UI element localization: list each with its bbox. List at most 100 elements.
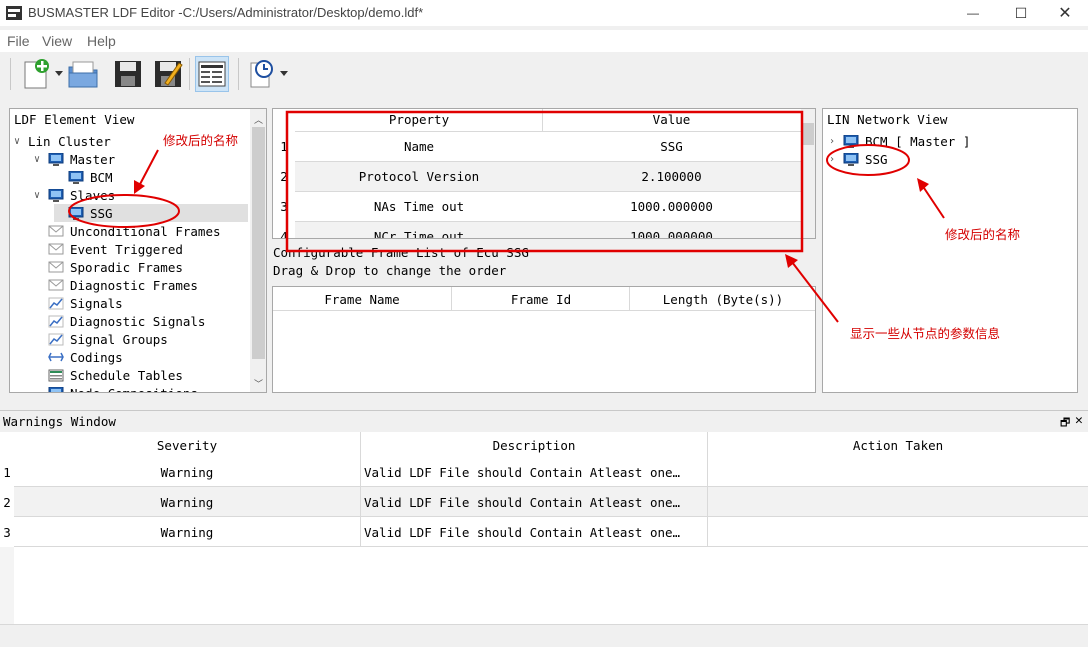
chevron-down-icon[interactable]: ∨ xyxy=(14,136,24,147)
tree-item-event-triggered[interactable]: Event Triggered xyxy=(34,240,183,258)
coding-icon xyxy=(48,352,64,361)
description-cell[interactable]: Valid LDF File should Contain Atleast on… xyxy=(364,465,704,480)
table-icon xyxy=(48,369,64,381)
property-cell[interactable]: Name xyxy=(295,139,543,154)
tree-item-lin-cluster[interactable]: ∨ Lin Cluster xyxy=(14,132,111,150)
menu-view[interactable]: View xyxy=(42,33,72,49)
tree-item-ssg[interactable]: SSG xyxy=(54,204,248,222)
property-cell[interactable]: Protocol Version xyxy=(295,169,543,184)
value-cell[interactable]: SSG xyxy=(543,139,800,154)
description-cell[interactable]: Valid LDF File should Contain Atleast on… xyxy=(364,495,704,510)
menu-file[interactable]: File xyxy=(7,33,30,49)
description-cell[interactable]: Valid LDF File should Contain Atleast on… xyxy=(364,525,704,540)
annotation-left-note: 修改后的名称 xyxy=(163,134,239,148)
tree-item-label: Event Triggered xyxy=(70,241,183,257)
tree-item-bcm[interactable]: BCM xyxy=(54,168,113,186)
row-divider xyxy=(295,131,801,132)
scroll-thumb[interactable] xyxy=(252,127,265,359)
row-divider xyxy=(295,191,801,192)
tree-item-label: Signal Groups xyxy=(70,331,168,347)
tree-item-label: Diagnostic Frames xyxy=(70,277,198,293)
frame-list-table: Frame Name Frame Id Length (Byte(s)) xyxy=(272,286,816,393)
view-toggle-button[interactable] xyxy=(195,56,229,92)
new-button[interactable] xyxy=(18,56,52,92)
scroll-up-icon[interactable]: ︿ xyxy=(254,113,263,126)
tree-item-label: Lin Cluster xyxy=(28,133,111,149)
ldf-element-view-title: LDF Element View xyxy=(14,112,135,127)
envelope-icon xyxy=(48,225,64,236)
tree-item-label: Schedule Tables xyxy=(70,367,183,383)
app-icon xyxy=(6,6,22,20)
tree-item-schedule-tables[interactable]: Schedule Tables xyxy=(34,366,183,384)
close-button[interactable]: ✕ xyxy=(1042,0,1088,26)
property-cell[interactable]: NCr Time out xyxy=(295,229,543,238)
tree-item-sporadic-frames[interactable]: Sporadic Frames xyxy=(34,258,183,276)
description-header[interactable]: Description xyxy=(361,438,707,453)
menu-help[interactable]: Help xyxy=(87,33,116,49)
action-header[interactable]: Action Taken xyxy=(708,438,1088,453)
tree-item-diagnostic-frames[interactable]: Diagnostic Frames xyxy=(34,276,198,294)
left-scrollbar[interactable]: ︿ ﹀ xyxy=(250,109,266,392)
network-node-bcm[interactable]: › BCM [ Master ] xyxy=(829,132,970,150)
value-cell[interactable]: 1000.000000 xyxy=(543,229,800,238)
tree-item-codings[interactable]: Codings xyxy=(34,348,123,366)
open-button[interactable] xyxy=(66,56,100,92)
new-dropdown-arrow[interactable] xyxy=(55,71,63,76)
tree-item-unconditional-frames[interactable]: Unconditional Frames xyxy=(34,222,221,240)
clock-icon xyxy=(250,60,273,88)
monitor-icon xyxy=(48,386,64,392)
network-node-ssg[interactable]: › SSG xyxy=(829,150,888,168)
value-cell[interactable]: 2.100000 xyxy=(543,169,800,184)
severity-header[interactable]: Severity xyxy=(14,438,360,453)
severity-cell[interactable]: Warning xyxy=(14,465,360,480)
property-scrollbar[interactable] xyxy=(801,109,815,238)
tree-item-node-compositions[interactable]: Node Compositions xyxy=(34,384,198,392)
save-as-button[interactable] xyxy=(151,56,185,92)
toolbar-separator xyxy=(238,58,239,90)
schedule-dropdown-arrow[interactable] xyxy=(280,71,288,76)
frame-length-header[interactable]: Length (Byte(s)) xyxy=(630,292,815,307)
maximize-button[interactable]: ☐ xyxy=(998,0,1044,26)
save-button[interactable] xyxy=(111,56,145,92)
frame-id-header[interactable]: Frame Id xyxy=(452,292,630,307)
value-column-header[interactable]: Value xyxy=(543,112,800,127)
row-number: 4 xyxy=(280,229,288,239)
chevron-right-icon[interactable]: › xyxy=(829,136,839,147)
tree-item-label: BCM xyxy=(90,169,113,185)
save-icon xyxy=(115,61,141,87)
lin-network-view: LIN Network View › BCM [ Master ] › SSG xyxy=(822,108,1078,393)
severity-cell[interactable]: Warning xyxy=(14,495,360,510)
row-divider xyxy=(295,161,801,162)
tree-item-diagnostic-signals[interactable]: Diagnostic Signals xyxy=(34,312,205,330)
spreadsheet-icon xyxy=(198,61,226,87)
tree-item-signals[interactable]: Signals xyxy=(34,294,123,312)
chevron-down-icon[interactable]: ∨ xyxy=(34,154,44,165)
tree-item-master[interactable]: ∨ Master xyxy=(34,150,115,168)
scroll-down-icon[interactable]: ﹀ xyxy=(254,377,263,390)
row-number: 2 xyxy=(280,169,288,184)
tree-item-label: Slaves xyxy=(70,187,116,203)
tree-item-slaves[interactable]: ∨ Slaves xyxy=(34,186,115,204)
property-cell[interactable]: NAs Time out xyxy=(295,199,543,214)
ldf-element-view: LDF Element View ∨ Lin Cluster ∨ Master BCM ∨… xyxy=(9,108,267,393)
tree-item-label: Master xyxy=(70,151,116,167)
network-node-label: BCM [ Master ] xyxy=(865,133,971,149)
restore-icon[interactable]: 🗗 xyxy=(1060,414,1070,433)
property-scroll-thumb[interactable] xyxy=(803,123,814,145)
minimize-button[interactable]: — xyxy=(950,0,996,26)
severity-cell[interactable]: Warning xyxy=(14,525,360,540)
monitor-icon xyxy=(68,170,84,184)
close-icon[interactable]: ✕ xyxy=(1075,413,1083,428)
value-cell[interactable]: 1000.000000 xyxy=(543,199,800,214)
open-folder-icon xyxy=(68,61,98,88)
property-column-header[interactable]: Property xyxy=(295,112,543,127)
chevron-down-icon[interactable]: ∨ xyxy=(34,190,44,201)
schedule-button[interactable] xyxy=(244,56,278,92)
minimize-icon: — xyxy=(967,6,979,20)
network-node-label: SSG xyxy=(865,151,888,167)
tree-item-label: Codings xyxy=(70,349,123,365)
frame-name-header[interactable]: Frame Name xyxy=(273,292,451,307)
tree-item-signal-groups[interactable]: Signal Groups xyxy=(34,330,168,348)
chevron-right-icon[interactable]: › xyxy=(829,154,839,165)
row-divider xyxy=(14,546,1088,547)
